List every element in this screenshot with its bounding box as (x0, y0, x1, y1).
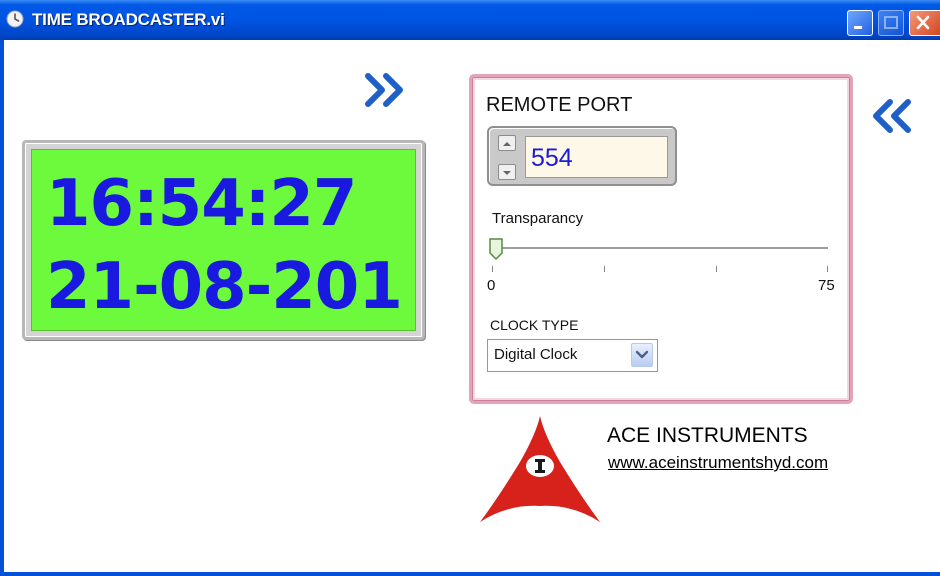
transparency-label: Transparancy (492, 210, 584, 227)
double-chevron-right-icon[interactable] (362, 70, 418, 110)
window-border (0, 40, 4, 576)
transparency-slider[interactable] (490, 247, 828, 250)
brand-website-link[interactable]: www.aceinstrumentshyd.com (608, 453, 828, 473)
arrow-up-icon (503, 142, 511, 146)
window-title: TIME BROADCASTER.vi (32, 10, 225, 29)
port-decrement-button[interactable] (498, 164, 516, 180)
chevron-down-icon (635, 350, 649, 359)
slider-tick (604, 266, 605, 272)
app-window: TIME BROADCASTER.vi 16:54:27 21-08-201 R… (0, 0, 940, 576)
window-border (0, 572, 940, 576)
clock-type-value[interactable]: Digital Clock (494, 346, 577, 363)
maximize-icon (884, 16, 898, 29)
transparency-slider-thumb[interactable] (488, 237, 504, 261)
remote-port-label: REMOTE PORT (486, 94, 633, 116)
double-chevron-left-icon[interactable] (870, 96, 926, 136)
slider-tick (492, 266, 493, 272)
close-icon (916, 15, 930, 30)
clock-screen: 16:54:27 21-08-201 (31, 149, 416, 331)
port-increment-button[interactable] (498, 135, 516, 151)
clock-time: 16:54:27 (46, 167, 357, 241)
slider-max-label: 75 (818, 277, 835, 294)
brand-name: ACE INSTRUMENTS (607, 424, 808, 447)
clock-date: 21-08-201 (46, 250, 403, 324)
slider-tick (716, 266, 717, 272)
slider-tick (827, 266, 828, 272)
minimize-icon (854, 26, 862, 29)
title-bar[interactable]: TIME BROADCASTER.vi (0, 0, 940, 40)
clock-display: 16:54:27 21-08-201 (22, 140, 425, 340)
close-button[interactable] (909, 10, 940, 36)
clock-icon (6, 10, 24, 28)
dropdown-button[interactable] (631, 343, 653, 367)
slider-min-label: 0 (487, 277, 496, 294)
maximize-button[interactable] (878, 10, 904, 36)
arrow-down-icon (503, 171, 511, 175)
clock-type-label: CLOCK TYPE (490, 317, 579, 333)
minimize-button[interactable] (847, 10, 873, 36)
remote-port-value[interactable]: 554 (531, 144, 573, 173)
ace-logo (480, 416, 600, 522)
